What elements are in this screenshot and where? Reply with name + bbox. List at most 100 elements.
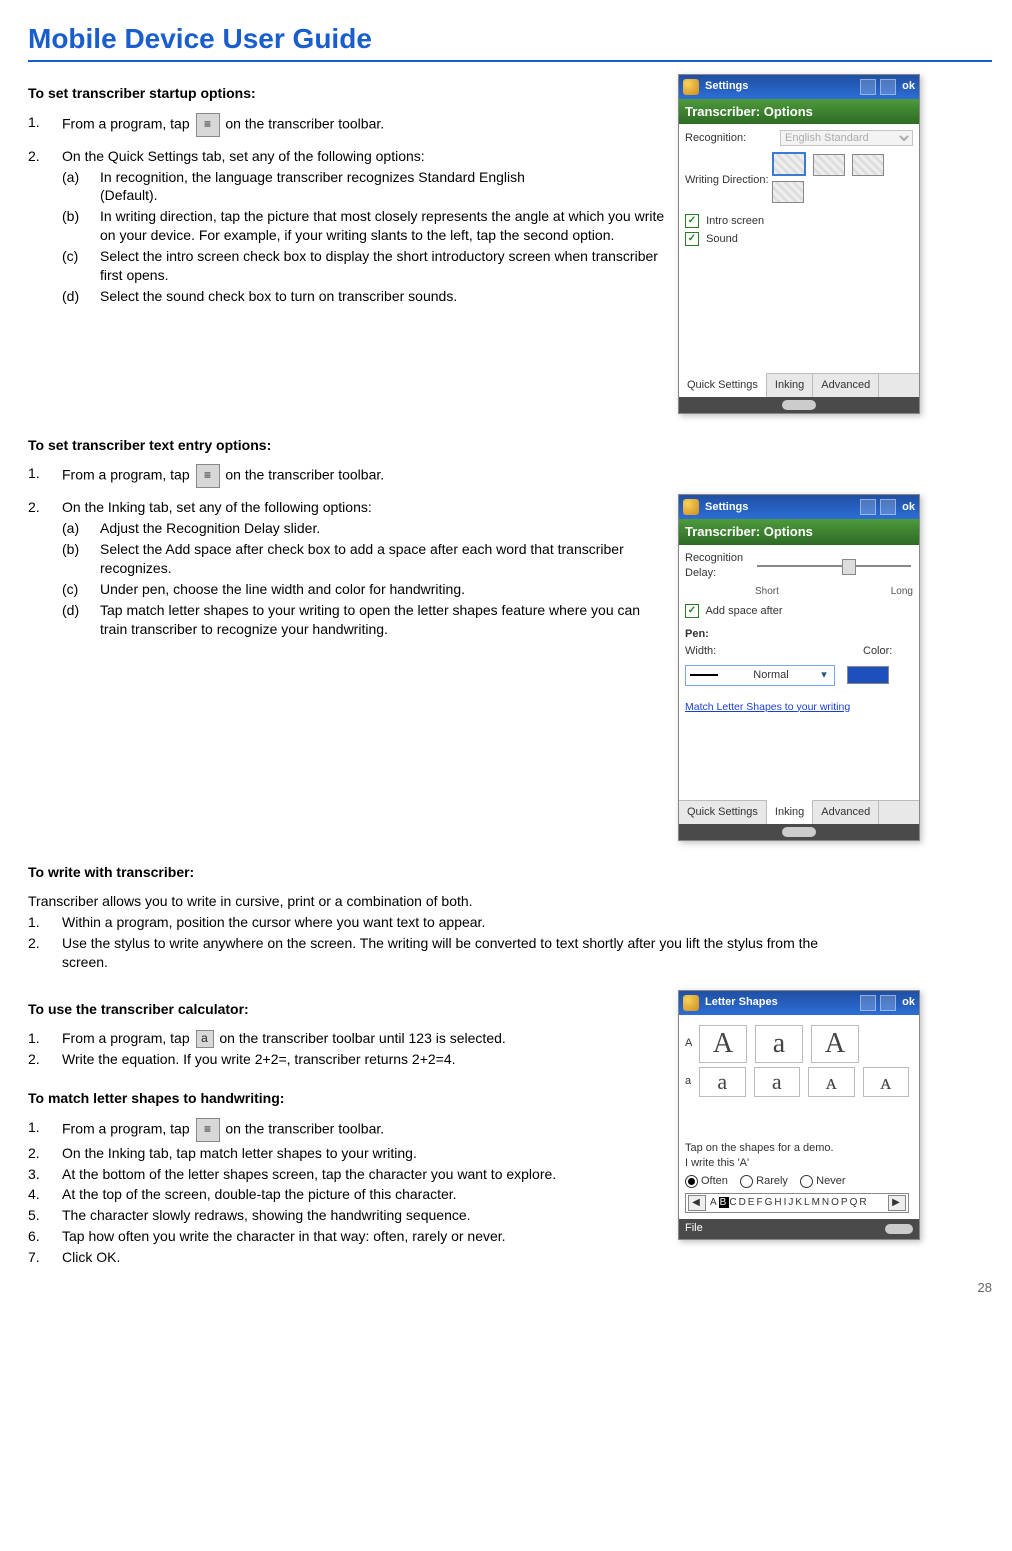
list-number: 3.	[28, 1165, 62, 1184]
volume-icon	[880, 995, 896, 1011]
list-item: On the Inking tab, tap match letter shap…	[62, 1144, 668, 1163]
row-label: A	[685, 1036, 695, 1051]
sip-bar	[679, 824, 919, 840]
label-never: Never	[816, 1175, 845, 1187]
ok-button[interactable]: ok	[902, 79, 915, 94]
volume-icon	[880, 499, 896, 515]
settings-icon: ≡	[196, 1118, 220, 1142]
char-strip-text: ABCDEFGHIJKLMNOPQR	[706, 1196, 888, 1210]
keyboard-icon[interactable]	[782, 827, 816, 837]
device-titlebar: Letter Shapes ok	[679, 991, 919, 1015]
char-strip[interactable]: ◀ ABCDEFGHIJKLMNOPQR ▶	[685, 1193, 909, 1213]
color-select[interactable]	[847, 666, 889, 684]
list-number: 2.	[28, 498, 62, 517]
list-item: On the Quick Settings tab, set any of th…	[62, 147, 668, 166]
writing-dir-option[interactable]	[852, 154, 884, 176]
page-title: Mobile Device User Guide	[28, 20, 992, 58]
heading-startup: To set transcriber startup options:	[28, 84, 668, 103]
radio-rarely[interactable]	[740, 1175, 753, 1188]
prev-arrow-icon[interactable]: ◀	[688, 1195, 706, 1211]
row-label: a	[685, 1074, 695, 1089]
ok-button[interactable]: ok	[902, 500, 915, 515]
radio-often[interactable]	[685, 1175, 698, 1188]
demo-text: Tap on the shapes for a demo.	[685, 1141, 913, 1156]
device-tabs: Quick Settings Inking Advanced	[679, 800, 919, 824]
sublist-item: Under pen, choose the line width and col…	[100, 580, 668, 599]
sublist-item: Select the Add space after check box to …	[100, 540, 668, 578]
sublist-letter: (d)	[62, 287, 100, 306]
sublist-letter: (d)	[62, 601, 100, 639]
list-item: From a program, tap ≡ on the transcriber…	[62, 1118, 668, 1142]
label-rarely: Rarely	[756, 1175, 788, 1187]
next-arrow-icon[interactable]: ▶	[888, 1195, 906, 1211]
label-recognition: Recognition:	[685, 131, 780, 146]
paragraph: Transcriber allows you to write in cursi…	[28, 892, 992, 911]
tab-inking[interactable]: Inking	[767, 800, 813, 824]
match-letter-shapes-link[interactable]: Match Letter Shapes to your writing	[685, 700, 850, 714]
signal-icon	[860, 499, 876, 515]
menu-file[interactable]: File	[685, 1221, 703, 1236]
tab-quick-settings[interactable]: Quick Settings	[679, 373, 767, 397]
sublist-letter: (a)	[62, 168, 100, 206]
tab-advanced[interactable]: Advanced	[813, 374, 879, 397]
screenshot-inking: Settings ok Transcriber: Options Recogni…	[678, 494, 920, 841]
page-number: 28	[28, 1279, 992, 1297]
signal-icon	[860, 79, 876, 95]
recognition-select: English Standard	[780, 130, 913, 146]
glyph-box[interactable]: a	[754, 1067, 801, 1097]
writing-dir-option[interactable]	[772, 152, 806, 176]
list-number: 4.	[28, 1185, 62, 1204]
writing-dir-option[interactable]	[772, 181, 804, 203]
tab-inking[interactable]: Inking	[767, 374, 813, 397]
delay-slider[interactable]	[755, 554, 913, 578]
sublist-letter: (a)	[62, 519, 100, 538]
glyph-box[interactable]: a	[755, 1025, 803, 1063]
device-titlebar: Settings ok	[679, 75, 919, 99]
tab-quick-settings[interactable]: Quick Settings	[679, 801, 767, 824]
glyph-box[interactable]: A	[699, 1025, 747, 1063]
mode-icon: a	[196, 1030, 214, 1048]
slider-max: Long	[891, 585, 913, 599]
list-item: Click OK.	[62, 1248, 668, 1267]
settings-icon: ≡	[196, 113, 220, 137]
keyboard-icon[interactable]	[782, 400, 816, 410]
list-item: From a program, tap a on the transcriber…	[62, 1029, 668, 1048]
device-title: Settings	[705, 500, 748, 515]
width-select[interactable]: Normal ▾	[685, 665, 835, 686]
sound-checkbox[interactable]: ✓	[685, 232, 699, 246]
label-recog-delay: Recognition Delay:	[685, 551, 755, 581]
heading-write: To write with transcriber:	[28, 863, 992, 882]
addspace-checkbox[interactable]: ✓	[685, 604, 699, 618]
glyph-box[interactable]: a	[699, 1067, 746, 1097]
device-tabs: Quick Settings Inking Advanced	[679, 373, 919, 397]
title-rule	[28, 60, 992, 62]
sound-label: Sound	[706, 233, 738, 245]
sublist-letter: (c)	[62, 580, 100, 599]
glyph-box[interactable]: A	[811, 1025, 859, 1063]
radio-never[interactable]	[800, 1175, 813, 1188]
heading-shapes: To match letter shapes to handwriting:	[28, 1089, 668, 1108]
sublist-letter: (b)	[62, 207, 100, 245]
ok-button[interactable]: ok	[902, 995, 915, 1010]
tab-advanced[interactable]: Advanced	[813, 801, 879, 824]
list-number: 2.	[28, 147, 62, 166]
glyph-box[interactable]: ᴀ	[808, 1067, 855, 1097]
pen-heading: Pen:	[685, 627, 913, 642]
intro-checkbox[interactable]: ✓	[685, 214, 699, 228]
list-item: The character slowly redraws, showing th…	[62, 1206, 668, 1225]
heading-text-entry: To set transcriber text entry options:	[28, 436, 992, 455]
device-titlebar: Settings ok	[679, 495, 919, 519]
list-item: From a program, tap ≡ on the transcriber…	[62, 113, 668, 137]
list-item: On the Inking tab, set any of the follow…	[62, 498, 668, 517]
sublist-item: Tap match letter shapes to your writing …	[100, 601, 668, 639]
device-subtitle: Transcriber: Options	[679, 99, 919, 125]
glyph-box[interactable]: ᴀ	[863, 1067, 910, 1097]
list-item: From a program, tap ≡ on the transcriber…	[62, 464, 992, 488]
list-number: 2.	[28, 1144, 62, 1163]
sublist-item: In recognition, the language transcriber…	[100, 168, 668, 206]
keyboard-icon[interactable]	[885, 1224, 913, 1234]
sublist-item: Select the sound check box to turn on tr…	[100, 287, 668, 306]
writing-dir-option[interactable]	[813, 154, 845, 176]
list-number: 1.	[28, 464, 62, 488]
list-number: 6.	[28, 1227, 62, 1246]
